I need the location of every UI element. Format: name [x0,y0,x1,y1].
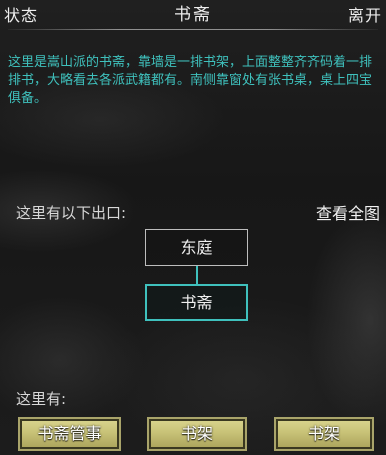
leave-button[interactable]: 离开 [348,2,382,26]
npc-button-steward[interactable]: 书斋管事 [18,417,121,451]
object-button-bookshelf[interactable]: 书架 [274,417,374,451]
exit-room-east[interactable]: 东庭 [145,229,248,266]
current-room: 书斋 [145,284,248,321]
map-connector [196,266,198,284]
exits-label: 这里有以下出口: [16,204,127,222]
view-map-button[interactable]: 查看全图 [316,200,380,224]
room-description: 这里是嵩山派的书斋，靠墙是一排书架，上面整整齐齐码着一排排书，大略看去各派武籍都… [8,55,373,106]
here-label: 这里有: [16,390,67,408]
game-screen: 状态 书斋 离开 这里是嵩山派的书斋，靠墙是一排书架，上面整整齐齐码着一排排书，… [0,0,386,455]
title-divider [8,29,378,30]
location-title: 书斋 [174,5,212,25]
object-button-bookshelf[interactable]: 书架 [147,417,247,451]
